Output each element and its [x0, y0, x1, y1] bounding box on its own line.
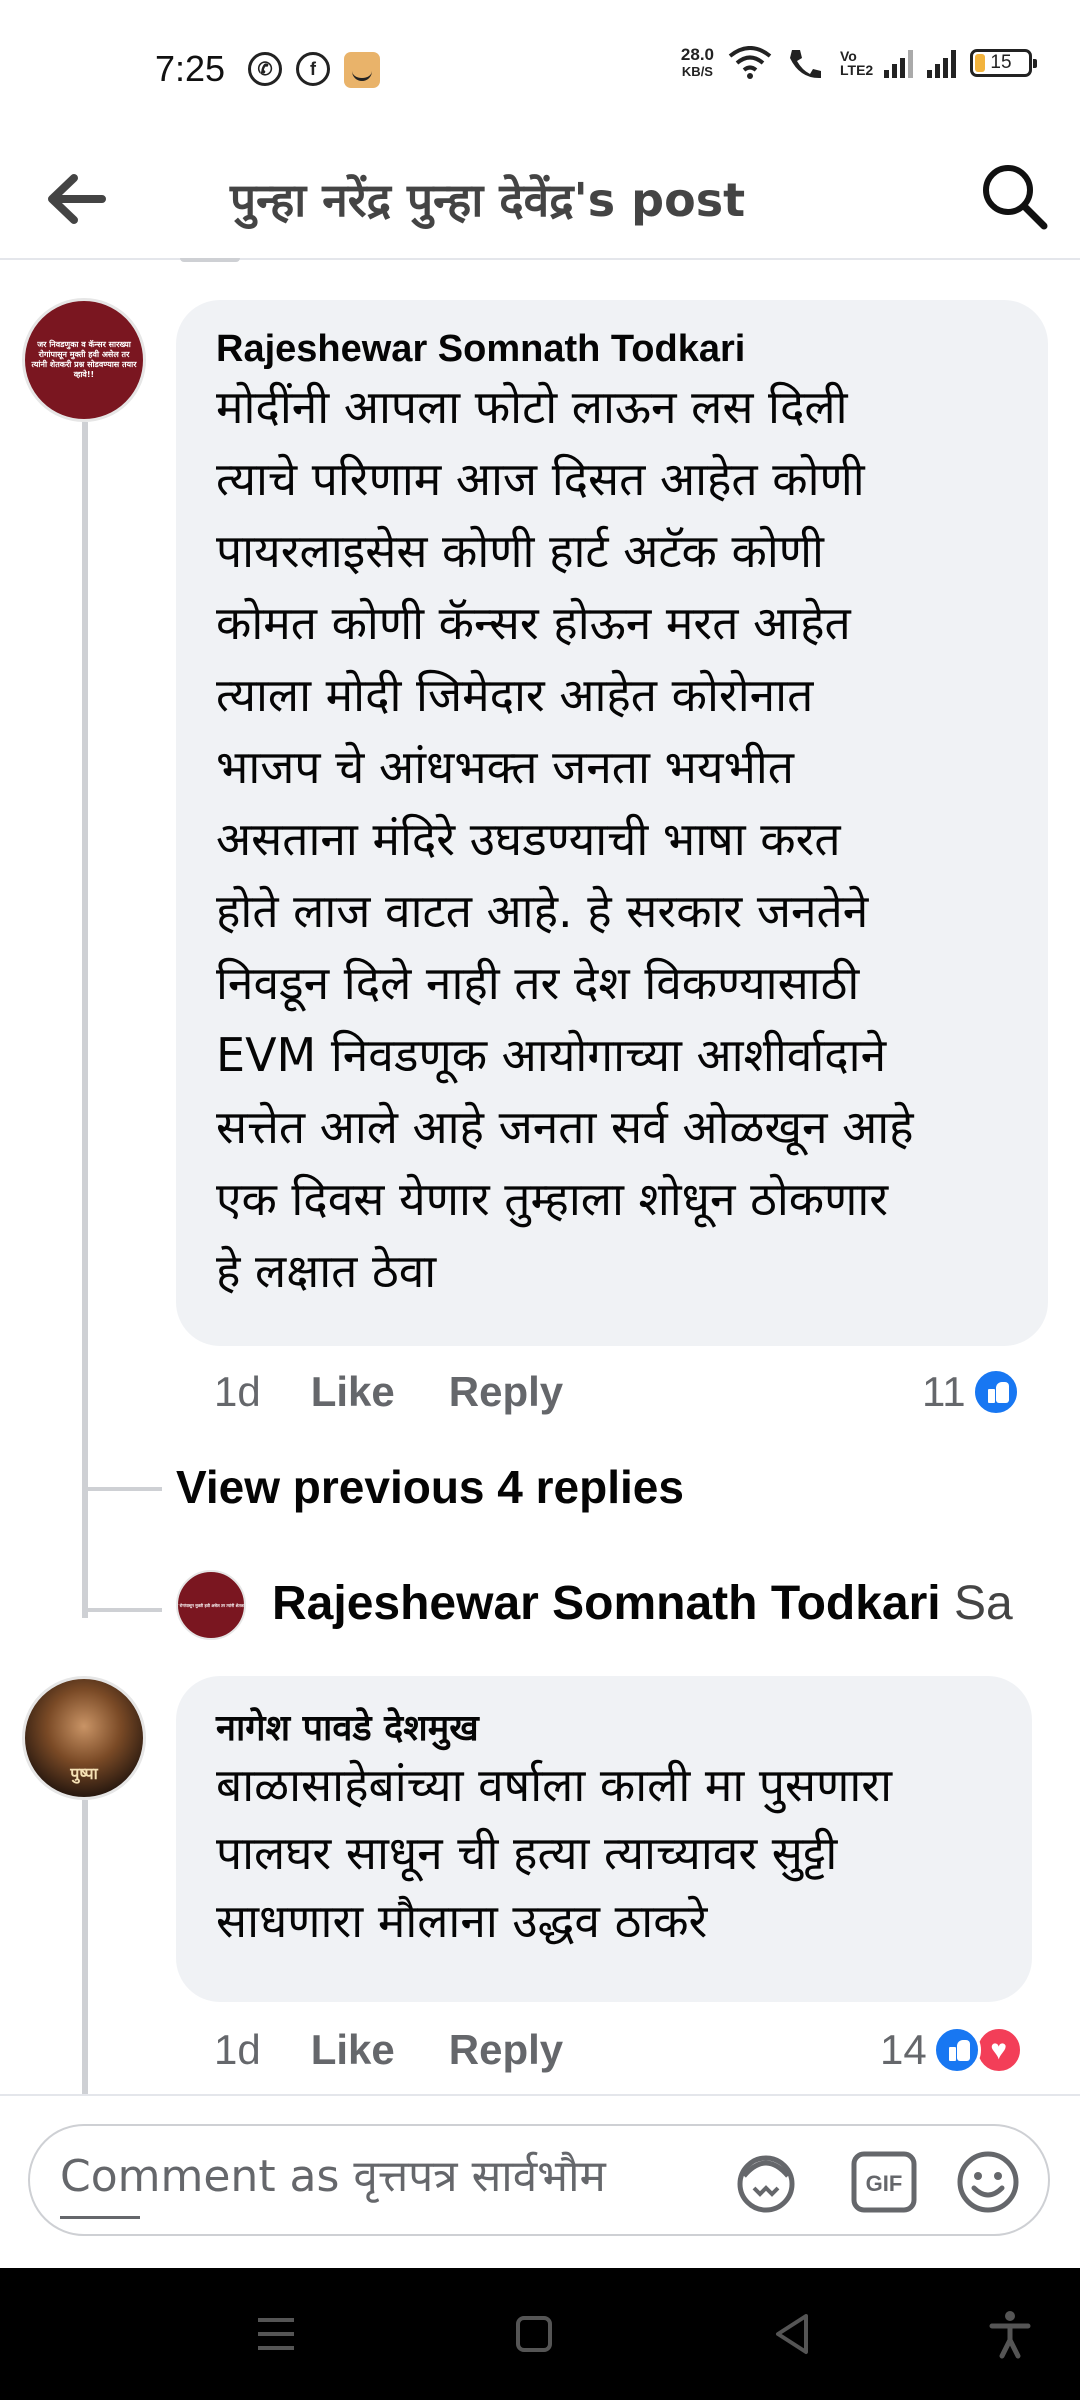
wifi-icon	[728, 46, 772, 79]
status-time: 7:25	[155, 48, 226, 89]
reply-preview[interactable]: जर निवडणुका व कॅन्सर सारख्या रोगांपासून …	[176, 1570, 1056, 1640]
comment-author[interactable]: नागेश पावडे देशमुख	[216, 1702, 1032, 1751]
menu-icon[interactable]	[250, 2308, 302, 2360]
emoji-icon[interactable]	[952, 2146, 1024, 2218]
like-reaction-icon	[932, 2026, 981, 2074]
comment-composer-bar: Comment as वृत्तपत्र सार्वभौम GIF	[0, 2094, 1080, 2270]
reaction-summary[interactable]: 11	[922, 1368, 1020, 1416]
view-previous-replies-button[interactable]: View previous 4 replies	[176, 1460, 684, 1514]
reply-author: Rajeshewar Somnath Todkari	[272, 1577, 941, 1630]
data-speed: 28.0 KB/S	[680, 45, 714, 79]
comment-actions: 1d Like Reply	[214, 1368, 563, 1416]
reaction-count: 11	[922, 1368, 966, 1415]
thread-connector	[88, 1487, 162, 1491]
comment-bubble[interactable]: Rajeshewar Somnath Todkari मोदींनी आपला …	[176, 300, 1048, 1346]
notification-icons: ✆ f	[248, 52, 380, 88]
whatsapp-icon: ✆	[248, 52, 282, 86]
input-cursor-underline	[60, 2216, 140, 2219]
like-button[interactable]: Like	[311, 2026, 395, 2074]
like-button[interactable]: Like	[311, 1368, 395, 1416]
comment-time[interactable]: 1d	[214, 2026, 261, 2074]
signal-icon-2	[927, 48, 956, 78]
status-bar: 7:25 ✆ f 28.0 KB/S Vo LTE2 15	[0, 0, 1080, 140]
back-nav-icon[interactable]	[766, 2308, 818, 2360]
reply-button[interactable]: Reply	[449, 1368, 563, 1416]
comment-input[interactable]: Comment as वृत्तपत्र सार्वभौम GIF	[28, 2124, 1050, 2236]
signal-icon-1	[884, 48, 913, 78]
system-indicators: 28.0 KB/S Vo LTE2 15	[680, 45, 1037, 80]
comment-placeholder: Comment as वृत्तपत्र सार्वभौम	[60, 2151, 606, 2202]
battery-icon: 15	[970, 49, 1037, 77]
comment-actions: 1d Like Reply	[214, 2026, 563, 2074]
comment-text: बाळासाहेबांच्या वर्षाला काली मा पुसणारा …	[216, 1758, 893, 1948]
comment-bubble[interactable]: नागेश पावडे देशमुख बाळासाहेबांच्या वर्षा…	[176, 1676, 1032, 2002]
avatar: जर निवडणुका व कॅन्सर सारख्या रोगांपासून …	[176, 1570, 246, 1640]
comment-author[interactable]: Rajeshewar Somnath Todkari	[216, 328, 1048, 371]
gif-icon[interactable]: GIF	[848, 2146, 920, 2218]
thread-line	[82, 422, 88, 1618]
reply-snippet: Sa	[953, 1577, 1013, 1630]
accessibility-icon[interactable]	[984, 2308, 1036, 2360]
reaction-count: 14	[880, 2026, 927, 2073]
avatar[interactable]: पुष्पा	[22, 1676, 146, 1800]
search-icon[interactable]	[976, 158, 1052, 234]
avatar[interactable]: जर निवडणुका व कॅन्सर सारख्या रोगांपासून …	[22, 298, 146, 422]
comment-text: मोदींनी आपला फोटो लाऊन लस दिली त्याचे पर…	[216, 380, 914, 1298]
comment-time[interactable]: 1d	[214, 1368, 261, 1416]
wifi-calling-icon	[790, 50, 821, 79]
reply-button[interactable]: Reply	[449, 2026, 563, 2074]
post-header: पुन्हा नरेंद्र पुन्हा देवेंद्र's post	[0, 140, 1080, 260]
page-title: पुन्हा नरेंद्र पुन्हा देवेंद्र's post	[230, 173, 746, 227]
svg-text:GIF: GIF	[866, 2171, 903, 2196]
sticker-icon[interactable]	[730, 2146, 802, 2218]
facebook-icon: f	[296, 52, 330, 86]
home-icon[interactable]	[508, 2308, 560, 2360]
thread-line	[82, 1800, 88, 2094]
amazon-icon	[344, 52, 380, 88]
reaction-summary[interactable]: 14 ♥	[880, 2026, 1023, 2074]
love-reaction-icon: ♥	[974, 2026, 1023, 2074]
like-reaction-icon	[971, 1368, 1020, 1416]
system-navigation-bar	[0, 2268, 1080, 2400]
thread-line-top	[180, 258, 240, 262]
arrow-left-icon[interactable]	[40, 164, 110, 234]
volte-label: Vo LTE2	[840, 48, 874, 78]
thread-connector	[88, 1608, 162, 1612]
